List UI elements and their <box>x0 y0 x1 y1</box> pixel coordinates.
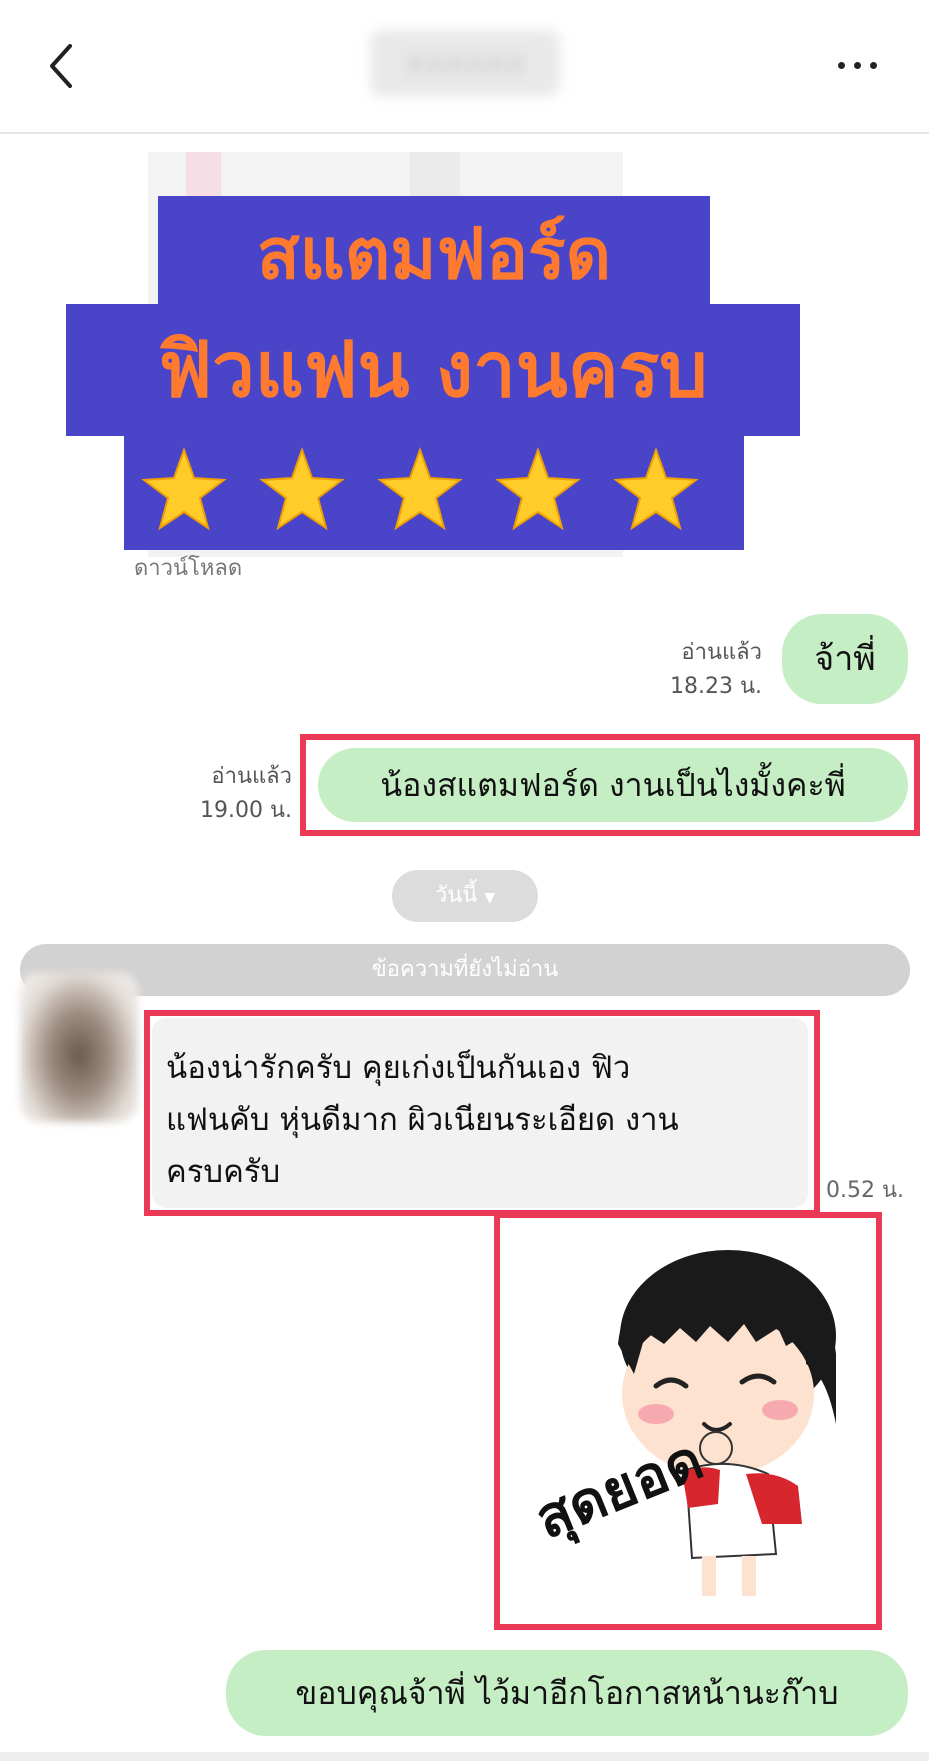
star-icon <box>259 447 345 531</box>
avatar[interactable] <box>20 972 138 1122</box>
caret-down-icon: ▼ <box>484 890 496 906</box>
back-arrow-icon <box>50 44 72 88</box>
message-time: 19.00 น. <box>199 798 292 823</box>
message-line: น้องน่ารักครับ คุยเก่งเป็นกันเอง ฟิว <box>166 1050 631 1086</box>
divider <box>0 1752 929 1761</box>
message-time: 18.23 น. <box>669 674 762 699</box>
star-icon <box>141 447 227 531</box>
outgoing-message[interactable]: น้องสแตมฟอร์ด งานเป็นไงมั้งคะพี่ <box>318 748 908 822</box>
message-meta: อ่านแล้ว 19.00 น. <box>160 760 292 828</box>
star-icon <box>377 447 463 531</box>
read-status: อ่านแล้ว <box>681 640 762 665</box>
message-line: แฟนคับ หุ่นดีมาก ผิวเนียนระเอียด งาน <box>166 1102 679 1138</box>
incoming-message[interactable]: น้องน่ารักครับ คุยเก่งเป็นกันเอง ฟิว แฟน… <box>152 1018 808 1208</box>
download-link[interactable]: ดาวน์โหลด <box>134 550 242 585</box>
promo-title: สแตมฟอร์ด <box>158 196 710 312</box>
message-line: ครบครับ <box>166 1154 281 1190</box>
star-icon <box>495 447 581 531</box>
more-icon <box>838 62 845 69</box>
contact-name: xxxxxx <box>370 30 560 96</box>
message-time: 0.52 น. <box>826 1178 905 1203</box>
date-separator[interactable]: วันนี้ ▼ <box>392 870 538 922</box>
promo-subtitle: ฟิวแฟน งานครบ <box>66 304 800 436</box>
read-status: อ่านแล้ว <box>211 764 292 789</box>
message-meta: อ่านแล้ว 18.23 น. <box>628 636 762 704</box>
rating-stars <box>124 430 744 550</box>
outgoing-message[interactable]: จ้าพี่ <box>782 614 908 704</box>
back-button[interactable] <box>40 36 90 96</box>
outgoing-message[interactable]: ขอบคุณจ้าพี่ ไว้มาอีกโอกาสหน้านะก๊าบ <box>226 1650 908 1736</box>
unread-divider: ข้อความที่ยังไม่อ่าน <box>20 944 910 996</box>
more-options-button[interactable] <box>838 42 888 82</box>
star-icon <box>613 447 699 531</box>
